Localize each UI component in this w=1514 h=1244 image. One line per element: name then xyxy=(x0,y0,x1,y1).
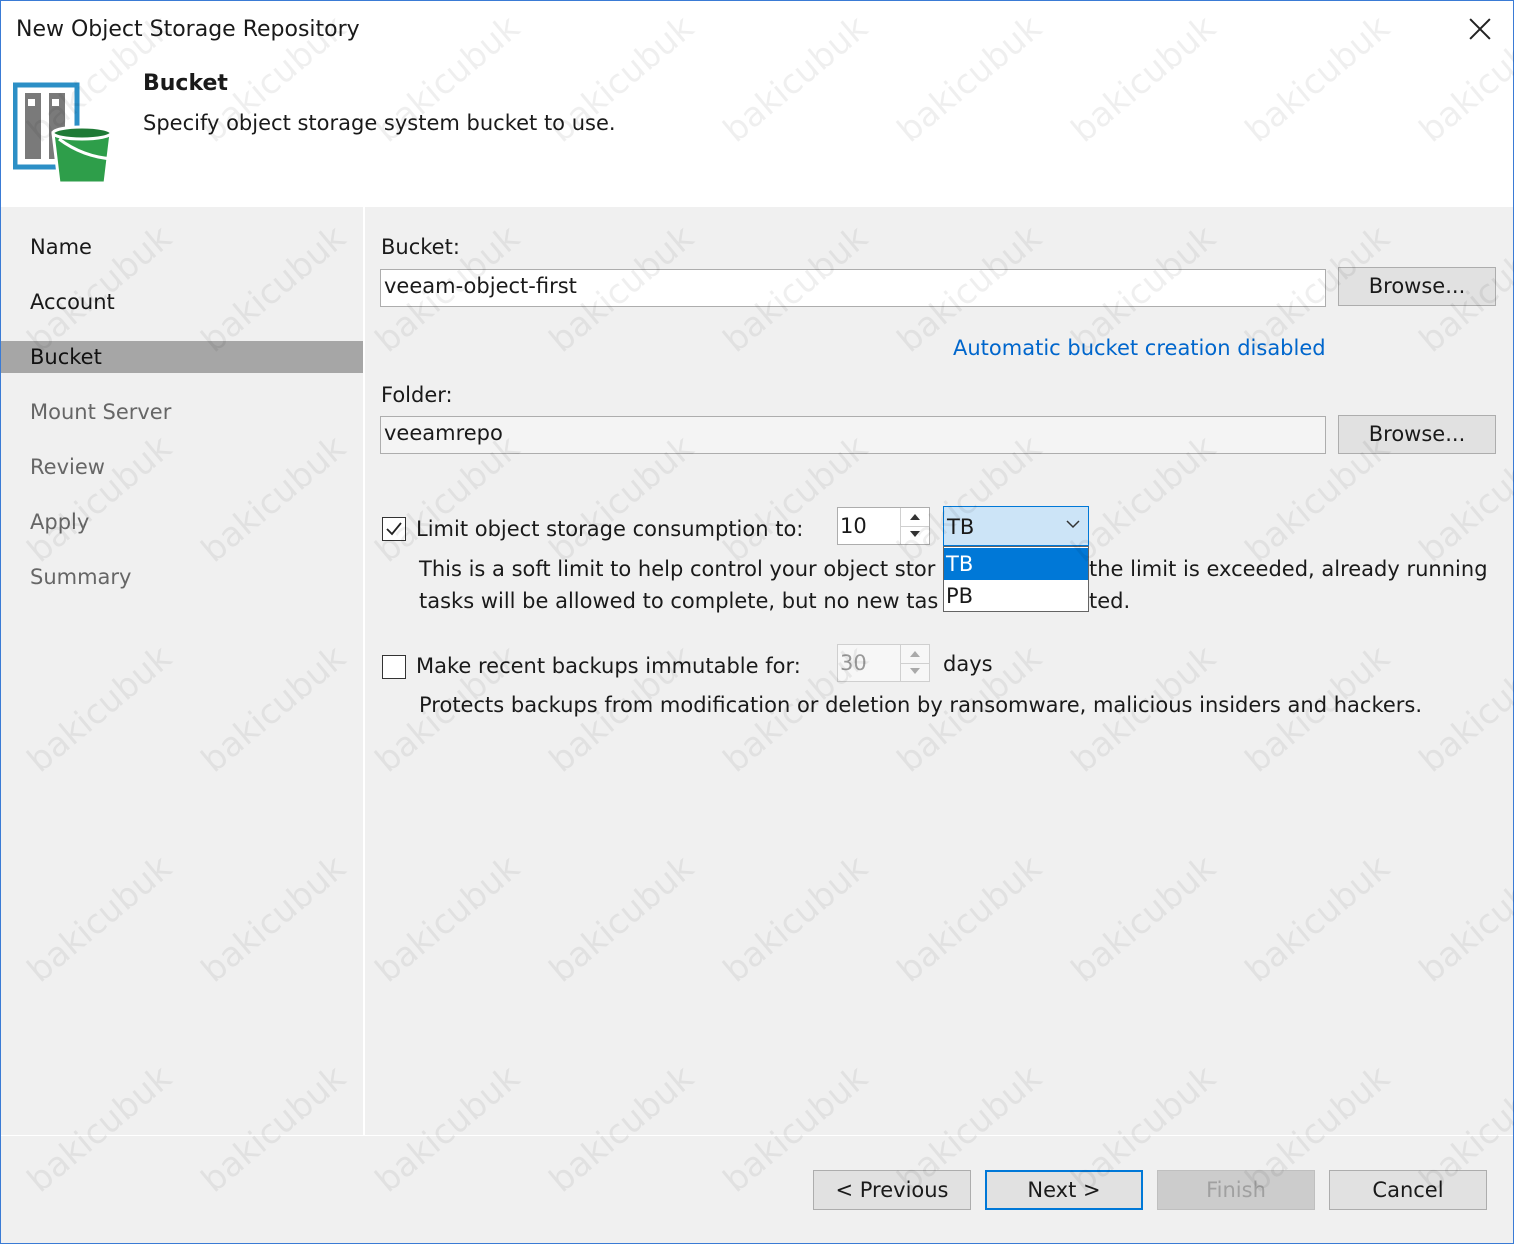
bucket-browse-button[interactable]: Browse... xyxy=(1338,267,1496,306)
limit-description-line2-right: ted. xyxy=(1089,589,1131,613)
sidebar-item-summary[interactable]: Summary xyxy=(1,561,363,593)
immutable-days-value: 30 xyxy=(840,651,867,675)
step-title: Bucket xyxy=(143,71,228,96)
sidebar-item-account[interactable]: Account xyxy=(1,286,363,318)
immutable-days-stepper[interactable]: 30 xyxy=(837,644,930,682)
previous-button[interactable]: < Previous xyxy=(813,1170,971,1210)
wizard-window: New Object Storage Repository Bucket Spe… xyxy=(0,0,1514,1244)
sidebar-item-apply[interactable]: Apply xyxy=(1,506,363,538)
limit-description-line1-left: This is a soft limit to help control you… xyxy=(419,557,936,581)
folder-input[interactable]: veeamrepo xyxy=(380,416,1326,454)
finish-button[interactable]: Finish xyxy=(1157,1170,1315,1210)
limit-unit-dropdown: TB PB xyxy=(943,546,1089,612)
wizard-footer: < Previous Next > Finish Cancel xyxy=(1,1135,1513,1243)
close-icon[interactable] xyxy=(1463,13,1497,47)
sidebar-item-name[interactable]: Name xyxy=(1,231,363,263)
spin-up-icon[interactable] xyxy=(901,645,929,664)
sidebar-item-bucket[interactable]: Bucket xyxy=(1,341,363,373)
limit-description-line2-left: tasks will be allowed to complete, but n… xyxy=(419,589,939,613)
sidebar-item-mount-server[interactable]: Mount Server xyxy=(1,396,363,428)
limit-value: 10 xyxy=(840,514,867,538)
limit-value-stepper[interactable]: 10 xyxy=(837,507,930,545)
auto-bucket-creation-link[interactable]: Automatic bucket creation disabled xyxy=(953,336,1326,360)
immutable-checkbox[interactable] xyxy=(382,655,406,679)
spin-down-icon[interactable] xyxy=(901,526,929,544)
step-description: Specify object storage system bucket to … xyxy=(143,111,616,135)
cancel-button[interactable]: Cancel xyxy=(1329,1170,1487,1210)
immutable-description: Protects backups from modification or de… xyxy=(419,693,1423,717)
immutable-label: Make recent backups immutable for: xyxy=(416,654,801,678)
checkmark-icon xyxy=(386,522,402,536)
repository-bucket-icon xyxy=(13,82,114,185)
limit-consumption-checkbox[interactable] xyxy=(382,517,406,541)
bucket-label: Bucket: xyxy=(381,235,460,259)
folder-browse-button[interactable]: Browse... xyxy=(1338,415,1496,454)
limit-description-line1-right: the limit is exceeded, already running xyxy=(1089,557,1488,581)
bucket-input[interactable]: veeam-object-first xyxy=(380,269,1326,307)
immutable-days-unit: days xyxy=(943,652,993,676)
chevron-down-icon xyxy=(1066,520,1080,529)
limit-unit-selected: TB xyxy=(947,515,975,539)
limit-consumption-label: Limit object storage consumption to: xyxy=(416,517,804,541)
unit-option-pb[interactable]: PB xyxy=(944,580,1088,612)
limit-unit-select[interactable]: TB xyxy=(943,506,1089,546)
window-title: New Object Storage Repository xyxy=(16,17,360,42)
spin-down-icon[interactable] xyxy=(901,663,929,681)
folder-label: Folder: xyxy=(381,383,453,407)
unit-option-tb[interactable]: TB xyxy=(944,548,1088,580)
next-button[interactable]: Next > xyxy=(985,1170,1143,1210)
wizard-steps-sidebar: Name Account Bucket Mount Server Review … xyxy=(1,207,365,1135)
spin-up-icon[interactable] xyxy=(901,508,929,527)
sidebar-item-review[interactable]: Review xyxy=(1,451,363,483)
